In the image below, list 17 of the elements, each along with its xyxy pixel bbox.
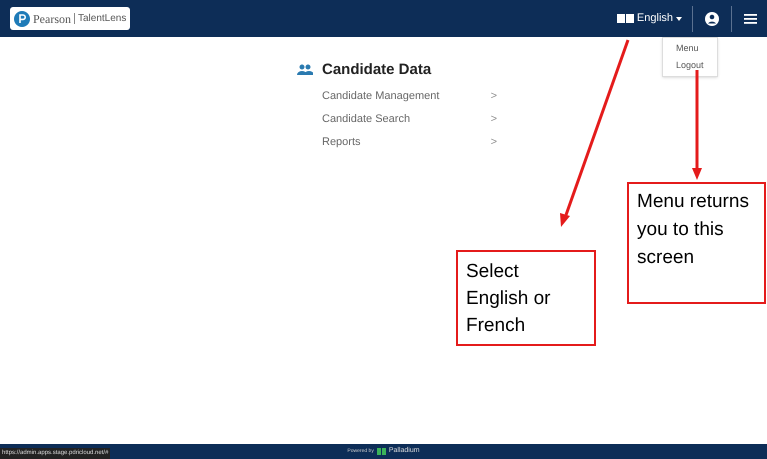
nav-item[interactable]: Reports > [322,130,497,154]
language-selector[interactable]: English [616,10,692,27]
logo-brand: Pearson [33,10,71,28]
palladium-logo-icon [376,448,386,455]
logo[interactable]: Pearson TalentLens [10,7,130,30]
logo-product: TalentLens [78,12,126,26]
p-logo-icon [14,10,30,26]
section-title: Candidate Data [322,60,432,80]
translate-icon [616,14,634,23]
nav-item[interactable]: Candidate Search > [322,108,497,130]
caret-icon [676,16,682,20]
dropdown-item[interactable]: Menu [663,40,717,57]
callout-box: Select English or French [456,250,596,346]
people-icon [297,64,313,76]
callout-box: Menu returns you to this screen [627,182,766,304]
dropdown-item[interactable]: Logout [663,57,717,74]
nav-item[interactable]: Candidate Management > [322,84,497,108]
